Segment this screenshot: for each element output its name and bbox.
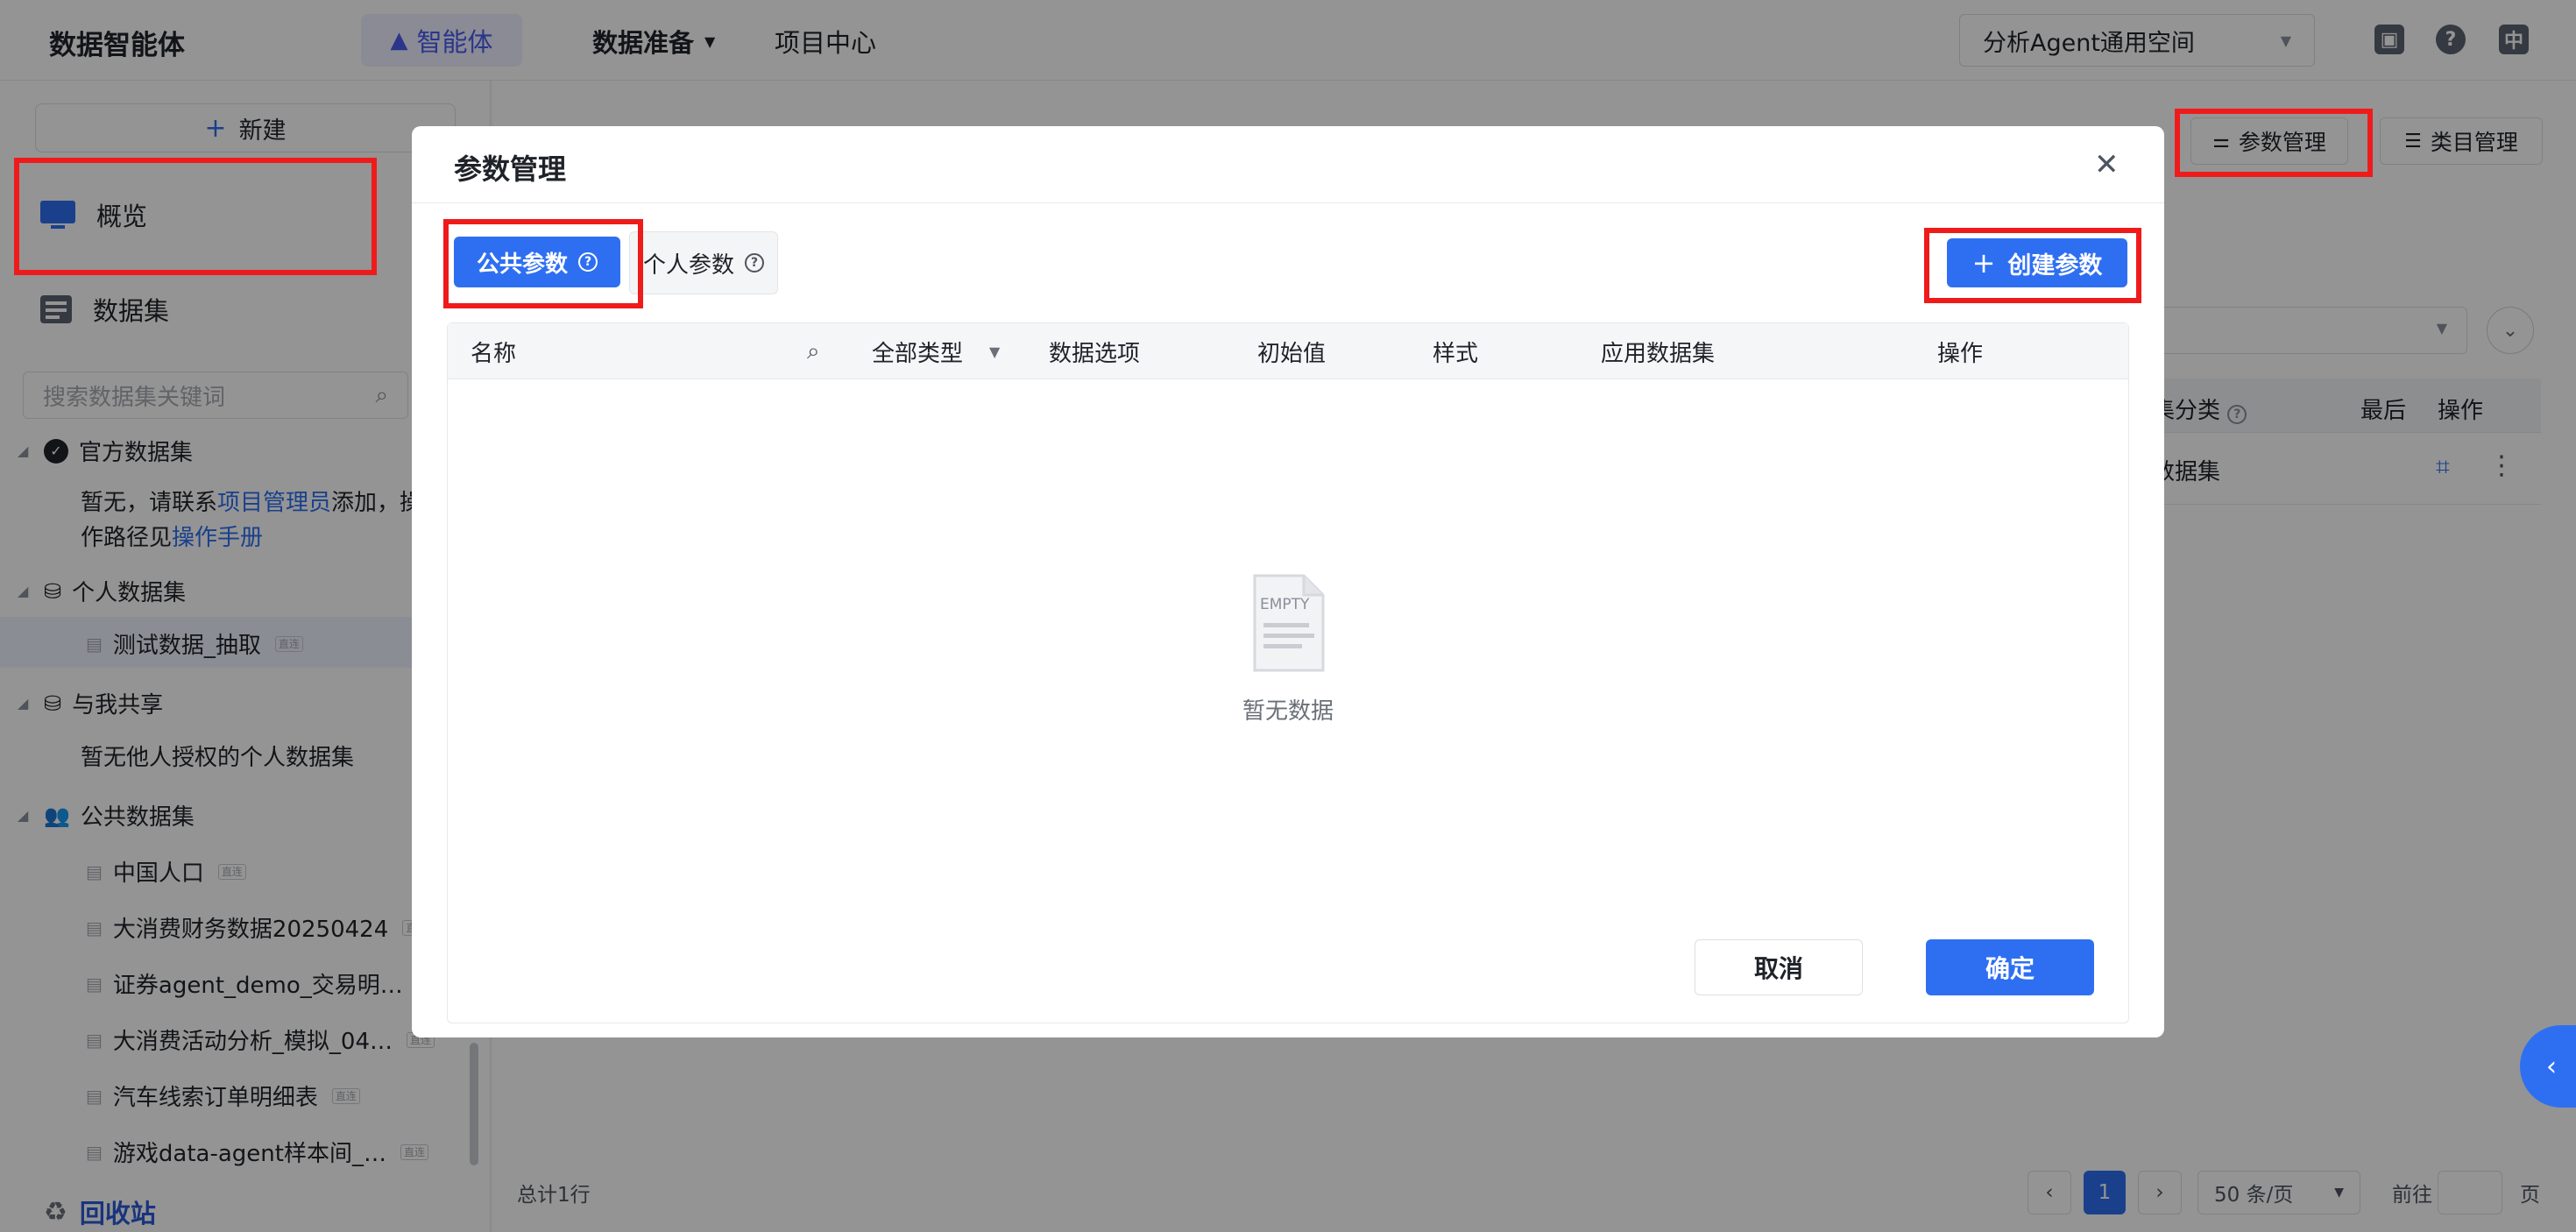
dialog-title: 参数管理 xyxy=(454,152,567,186)
param-management-dialog: 参数管理 ✕ 个人参数 ? 公共参数 ? + 创建参数 名称 ⌕ 全部类型 ▼ … xyxy=(412,126,2164,1037)
tab-label: 个人参数 xyxy=(642,251,734,279)
empty-icon-text: EMPTY xyxy=(1260,596,1310,613)
chevron-left-icon: ‹ xyxy=(2546,1051,2557,1082)
column-header-name: 名称 xyxy=(471,340,517,367)
highlight-box-create-button xyxy=(1924,228,2141,303)
dialog-header: 参数管理 ✕ xyxy=(412,126,2164,203)
column-header-applied-datasets: 应用数据集 xyxy=(1601,340,1716,367)
search-icon[interactable]: ⌕ xyxy=(807,323,820,379)
close-icon[interactable]: ✕ xyxy=(2094,147,2120,182)
confirm-button[interactable]: 确定 xyxy=(1926,939,2094,995)
tab-personal-params[interactable]: 个人参数 ? xyxy=(629,231,778,294)
empty-document-icon: EMPTY xyxy=(1253,574,1325,672)
highlight-box-param-button xyxy=(2175,109,2373,177)
cancel-button[interactable]: 取消 xyxy=(1695,939,1863,995)
empty-state: EMPTY 暂无数据 xyxy=(448,379,2128,893)
column-header-data-options: 数据选项 xyxy=(1049,340,1141,367)
help-icon: ? xyxy=(745,253,764,273)
caret-down-icon: ▼ xyxy=(989,343,1001,360)
column-header-style: 样式 xyxy=(1433,340,1479,367)
column-header-initial-value: 初始值 xyxy=(1257,340,1327,367)
highlight-box-public-tab xyxy=(443,219,643,308)
highlight-box-overview xyxy=(14,158,377,275)
params-table: 名称 ⌕ 全部类型 ▼ 数据选项 初始值 样式 应用数据集 操作 EMPTY 暂… xyxy=(447,322,2129,1023)
column-header-type-filter[interactable]: 全部类型 ▼ xyxy=(872,323,1000,379)
column-header-actions: 操作 xyxy=(1937,340,1984,367)
empty-text: 暂无数据 xyxy=(1242,698,1334,725)
params-table-header: 名称 ⌕ 全部类型 ▼ 数据选项 初始值 样式 应用数据集 操作 xyxy=(448,323,2128,379)
